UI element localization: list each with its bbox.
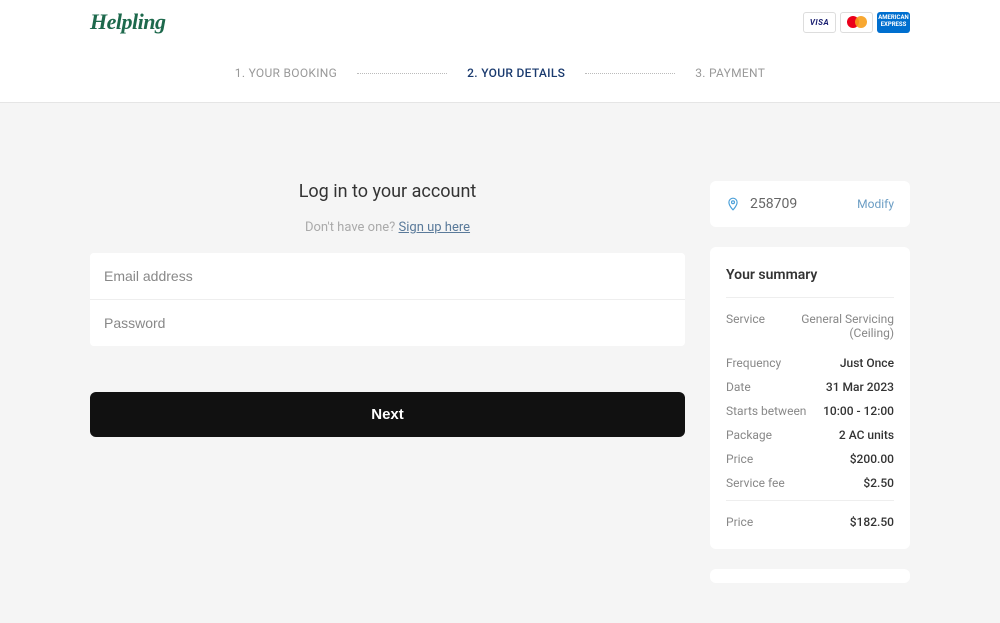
step-divider bbox=[585, 73, 675, 74]
summary-title: Your summary bbox=[726, 267, 894, 298]
no-account-text: Don't have one? bbox=[305, 220, 399, 235]
next-button[interactable]: Next bbox=[90, 392, 685, 437]
summary-value: 10:00 - 12:00 bbox=[823, 404, 894, 418]
password-field[interactable] bbox=[90, 300, 685, 346]
summary-row-price: Price $200.00 bbox=[726, 452, 894, 466]
summary-row-frequency: Frequency Just Once bbox=[726, 356, 894, 370]
summary-label: Package bbox=[726, 428, 772, 442]
summary-value: 31 Mar 2023 bbox=[826, 380, 894, 394]
amex-icon: AMERICAN EXPRESS bbox=[877, 12, 910, 33]
summary-row-date: Date 31 Mar 2023 bbox=[726, 380, 894, 394]
summary-label: Service fee bbox=[726, 476, 785, 490]
step-booking: 1. YOUR BOOKING bbox=[235, 66, 337, 80]
summary-value: General Servicing (Ceiling) bbox=[773, 312, 894, 340]
login-title: Log in to your account bbox=[90, 181, 685, 202]
summary-card: Your summary Service General Servicing (… bbox=[710, 247, 910, 549]
summary-value: Just Once bbox=[840, 356, 894, 370]
summary-value: $182.50 bbox=[850, 515, 894, 529]
summary-label: Starts between bbox=[726, 404, 806, 418]
summary-row-service: Service General Servicing (Ceiling) bbox=[726, 312, 894, 340]
progress-steps: 1. YOUR BOOKING 2. YOUR DETAILS 3. PAYME… bbox=[0, 44, 1000, 102]
step-details: 2. YOUR DETAILS bbox=[467, 66, 565, 80]
step-divider bbox=[357, 73, 447, 74]
summary-row-package: Package 2 AC units bbox=[726, 428, 894, 442]
login-subtitle: Don't have one? Sign up here bbox=[90, 220, 685, 235]
modify-link[interactable]: Modify bbox=[857, 197, 894, 211]
email-field[interactable] bbox=[90, 253, 685, 299]
summary-label: Frequency bbox=[726, 356, 781, 370]
summary-label: Price bbox=[726, 515, 753, 529]
summary-row-fee: Service fee $2.50 bbox=[726, 476, 894, 490]
summary-value: $200.00 bbox=[850, 452, 894, 466]
payment-methods: VISA AMERICAN EXPRESS bbox=[803, 12, 910, 33]
step-payment: 3. PAYMENT bbox=[695, 66, 765, 80]
visa-icon: VISA bbox=[803, 12, 836, 33]
summary-value: $2.50 bbox=[863, 476, 894, 490]
logo[interactable]: Helpling bbox=[90, 9, 165, 35]
summary-label: Service bbox=[726, 312, 765, 340]
summary-label: Price bbox=[726, 452, 753, 466]
card-peek bbox=[710, 569, 910, 583]
summary-divider bbox=[726, 500, 894, 501]
postcode-card: 258709 Modify bbox=[710, 181, 910, 227]
summary-value: 2 AC units bbox=[839, 428, 894, 442]
mastercard-icon bbox=[840, 12, 873, 33]
postcode-value: 258709 bbox=[750, 196, 797, 212]
summary-row-starts: Starts between 10:00 - 12:00 bbox=[726, 404, 894, 418]
summary-label: Date bbox=[726, 380, 751, 394]
login-form bbox=[90, 253, 685, 346]
header: Helpling VISA AMERICAN EXPRESS 1. YOUR B… bbox=[0, 0, 1000, 103]
summary-row-total: Price $182.50 bbox=[726, 515, 894, 529]
location-pin-icon bbox=[726, 195, 740, 213]
signup-link[interactable]: Sign up here bbox=[399, 220, 471, 235]
